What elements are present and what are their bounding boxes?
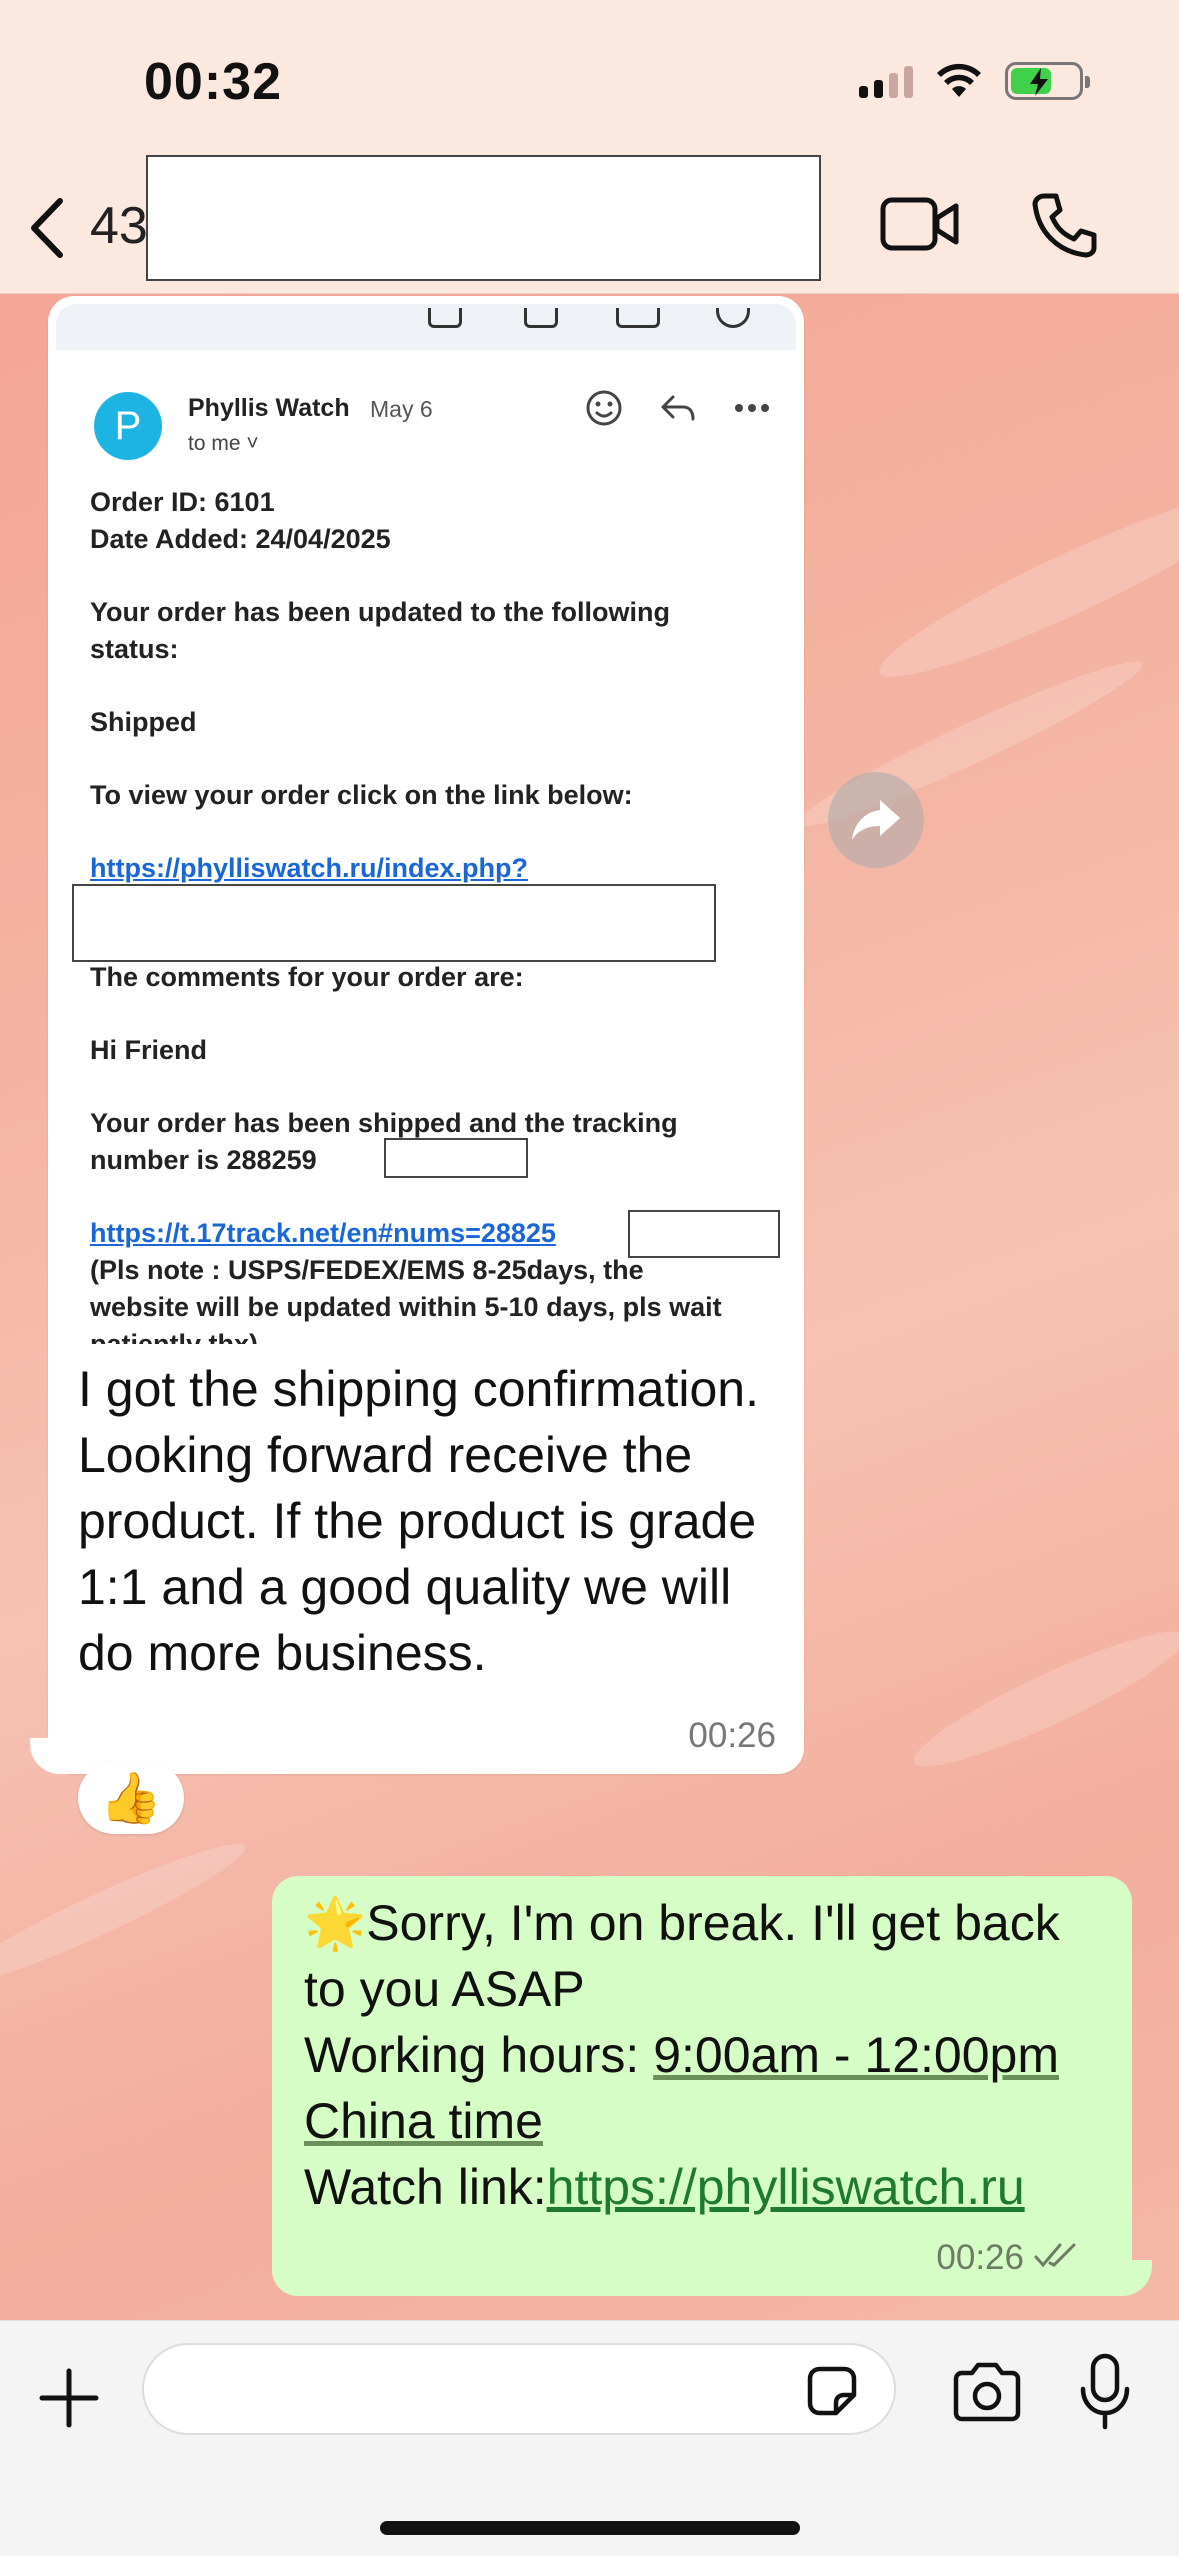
cellular-signal-icon [859,64,913,98]
incoming-message[interactable]: P Phyllis Watch May 6 to me ˅ Order ID: … [30,296,804,1774]
note-line-3: patiently thx) [90,1329,259,1344]
break-notice: Sorry, I'm on break. I'll get back to yo… [304,1895,1060,2017]
update-line-1: Your order has been updated to the follo… [90,597,671,627]
incoming-message-time: 00:26 [688,1716,776,1755]
wifi-icon [937,63,981,97]
email-recipient: to me ˅ [188,432,259,455]
china-time[interactable]: China time [304,2093,543,2149]
contact-name[interactable]: 43 [90,196,148,256]
email-sender: Phyllis Watch [188,394,350,422]
microphone-icon[interactable] [1078,2353,1132,2431]
outgoing-message[interactable]: 🌟Sorry, I'm on break. I'll get back to y… [272,1876,1152,2296]
order-id: Order ID: 6101 [90,487,275,517]
status-icons [859,62,1090,100]
note-line-2: website will be updated within 5-10 days… [90,1292,722,1322]
order-link: https://phylliswatch.ru/index.php? [90,853,529,883]
top-bar: 00:32 43 [0,0,1179,294]
greeting: Hi Friend [90,1035,208,1065]
video-call-icon[interactable] [880,192,960,256]
email-date: May 6 [370,396,433,422]
back-chevron-icon[interactable] [22,196,70,260]
hours-label: Working hours: [304,2027,654,2083]
outgoing-message-time: 00:26 [936,2238,1024,2277]
message-input[interactable] [142,2343,896,2435]
read-receipt-icon [1034,2238,1080,2278]
status-time: 00:32 [144,53,282,111]
redacted-tracking-link-box [628,1210,780,1258]
redacted-contact-box [146,155,821,281]
more-icon [732,388,772,428]
battery-icon [1005,62,1090,100]
incoming-message-text: I got the shipping confirmation. Looking… [78,1361,759,1681]
screenshot-toolbar [56,304,796,350]
email-screenshot-image[interactable]: P Phyllis Watch May 6 to me ˅ Order ID: … [56,304,796,1348]
redacted-link-box [72,884,716,962]
watch-link[interactable]: https://phylliswatch.ru [547,2159,1025,2215]
message-composer [0,2320,1179,2556]
camera-icon[interactable] [950,2361,1024,2423]
home-indicator [380,2521,800,2535]
redacted-tracking-box [384,1138,528,1178]
sender-avatar: P [94,392,162,460]
plus-icon[interactable] [36,2365,102,2431]
watch-link-label: Watch link: [304,2159,547,2215]
email-actions [584,388,772,428]
forward-icon[interactable] [828,772,924,868]
emoji-reaction-icon [584,388,624,428]
outgoing-message-text: 🌟Sorry, I'm on break. I'll get back to y… [304,1890,1114,2220]
reply-icon [658,388,698,428]
outgoing-meta: 00:26 [936,2238,1080,2278]
sticker-icon[interactable] [802,2361,862,2421]
order-status: Shipped [90,707,197,737]
voice-call-icon[interactable] [1030,190,1100,260]
update-line-2: status: [90,634,179,664]
date-added: Date Added: 24/04/2025 [90,524,391,554]
working-hours[interactable]: 9:00am - 12:00pm [653,2027,1059,2083]
star-emoji: 🌟 [304,1895,367,1951]
shipped-line-1: Your order has been shipped and the trac… [90,1108,678,1138]
comments-heading: The comments for your order are: [90,962,524,992]
view-prompt: To view your order click on the link bel… [90,780,633,810]
thumbs-up-reaction[interactable]: 👍 [78,1762,184,1834]
